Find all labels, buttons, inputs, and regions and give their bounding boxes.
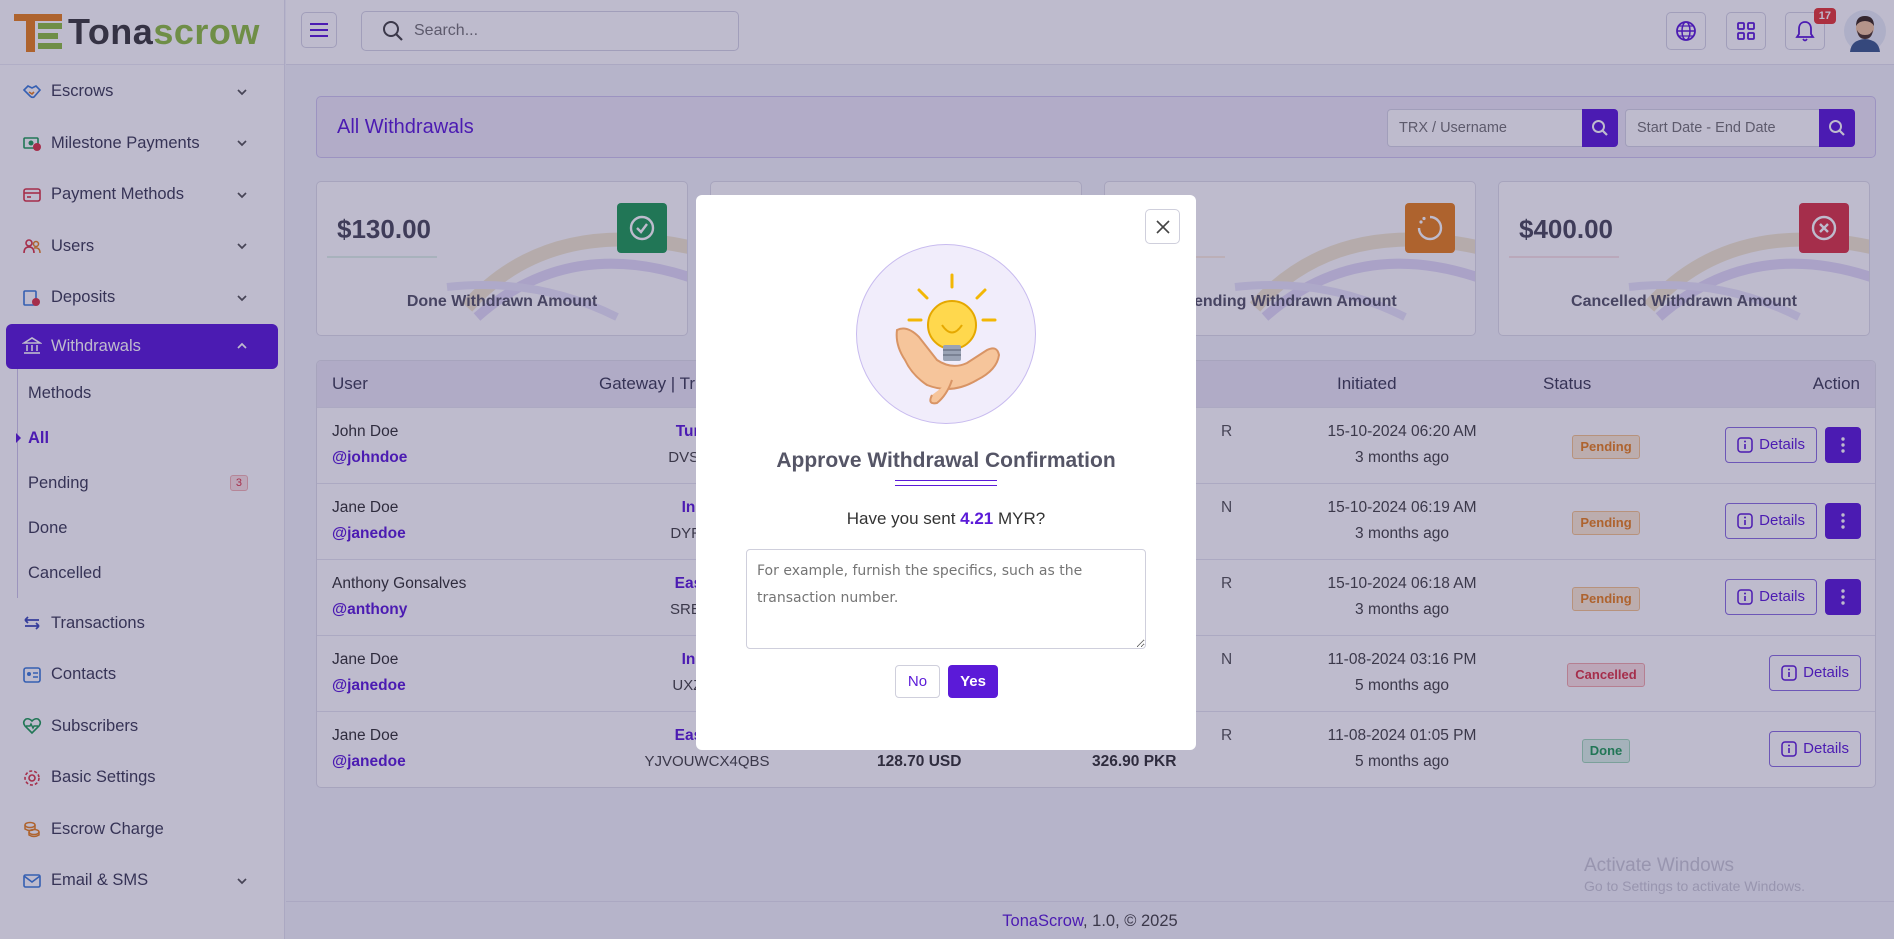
- question-prefix: Have you sent: [846, 509, 961, 528]
- title-underline: [895, 480, 997, 486]
- question-amount: 4.21: [960, 509, 994, 528]
- details-textarea[interactable]: [746, 549, 1146, 649]
- modal-question: Have you sent 4.21 MYR?: [696, 509, 1196, 529]
- modal-title: Approve Withdrawal Confirmation: [776, 449, 1116, 472]
- yes-button[interactable]: Yes: [948, 665, 998, 698]
- modal-close-button[interactable]: [1145, 209, 1180, 244]
- lightbulb-in-hand-icon: [856, 244, 1036, 424]
- question-suffix: MYR?: [993, 509, 1046, 528]
- close-icon: [1155, 219, 1170, 234]
- approve-withdrawal-modal: Approve Withdrawal Confirmation Have you…: [696, 195, 1196, 750]
- no-button[interactable]: No: [895, 665, 940, 698]
